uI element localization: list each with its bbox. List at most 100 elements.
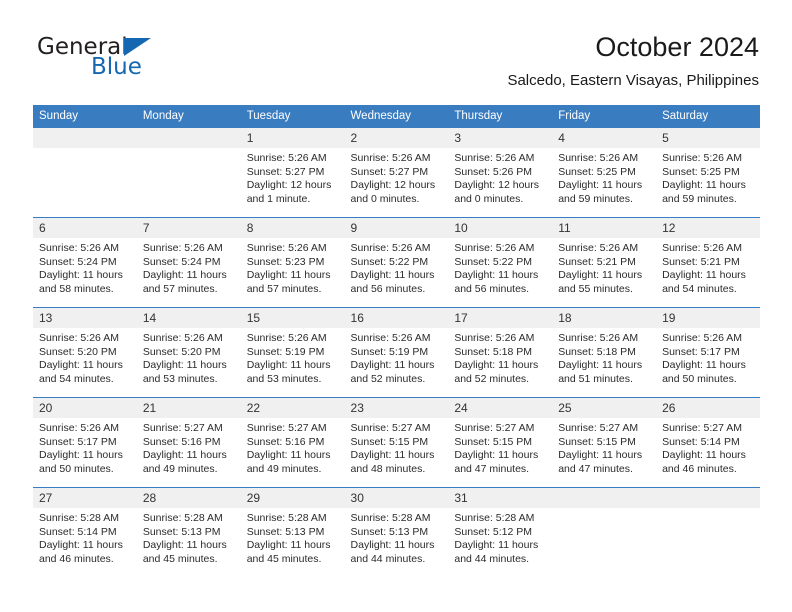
sunrise-text: Sunrise: 5:26 AM	[558, 332, 639, 344]
day-number: 9	[344, 218, 449, 238]
calendar-cell-empty	[656, 487, 760, 577]
calendar-day-cell[interactable]: 22 Sunrise: 5:27 AM Sunset: 5:16 PM Dayligh…	[240, 397, 345, 488]
calendar-day-cell[interactable]: 24 Sunrise: 5:27 AM Sunset: 5:15 PM Dayligh…	[448, 397, 553, 488]
day-number: 5	[656, 128, 760, 148]
calendar-cell-empty	[33, 128, 137, 218]
calendar-day-cell[interactable]: 20 Sunrise: 5:26 AM Sunset: 5:17 PM Dayligh…	[33, 397, 137, 488]
sunrise-text: Sunrise: 5:27 AM	[246, 422, 327, 434]
sunset-text: Sunset: 5:22 PM	[454, 255, 533, 268]
calendar-cell-empty	[136, 128, 241, 218]
sunset-text: Sunset: 5:24 PM	[142, 255, 221, 268]
sunrise-text: Sunrise: 5:26 AM	[246, 152, 327, 164]
calendar-day-cell[interactable]: 14 Sunrise: 5:26 AM Sunset: 5:20 PM Dayligh…	[136, 307, 241, 398]
calendar-day-cell[interactable]: 9 Sunrise: 5:26 AM Sunset: 5:22 PM Daylight…	[344, 217, 449, 308]
sunrise-text: Sunrise: 5:26 AM	[662, 152, 743, 164]
sunrise-text: Sunrise: 5:26 AM	[454, 242, 535, 254]
day-number	[656, 488, 760, 508]
day-details: Sunrise: 5:26 AM Sunset: 5:19 PM Daylight:…	[241, 328, 345, 386]
daylight-text: Daylight: 11 hours and 52 minutes.	[350, 359, 435, 385]
day-number: 8	[240, 218, 345, 238]
sunset-text: Sunset: 5:17 PM	[662, 345, 740, 358]
day-details: Sunrise: 5:26 AM Sunset: 5:19 PM Daylight:…	[345, 328, 449, 386]
calendar-day-cell[interactable]: 3 Sunrise: 5:26 AM Sunset: 5:26 PM Daylight…	[448, 128, 553, 218]
calendar-day-cell[interactable]: 5 Sunrise: 5:26 AM Sunset: 5:25 PM Daylight…	[656, 128, 760, 218]
day-number: 1	[240, 128, 345, 148]
calendar-day-cell[interactable]: 21 Sunrise: 5:27 AM Sunset: 5:16 PM Dayligh…	[136, 397, 241, 488]
calendar-day-cell[interactable]: 16 Sunrise: 5:26 AM Sunset: 5:19 PM Dayligh…	[344, 307, 449, 398]
calendar-day-cell[interactable]: 28 Sunrise: 5:28 AM Sunset: 5:13 PM Dayligh…	[136, 487, 241, 577]
calendar-day-cell[interactable]: 8 Sunrise: 5:26 AM Sunset: 5:23 PM Daylight…	[240, 217, 345, 308]
sunrise-text: Sunrise: 5:27 AM	[454, 422, 535, 434]
sunset-text: Sunset: 5:16 PM	[246, 435, 325, 448]
day-details: Sunrise: 5:26 AM Sunset: 5:23 PM Daylight:…	[241, 238, 345, 296]
general-blue-logo[interactable]: General Blue	[33, 34, 253, 90]
daylight-text: Daylight: 12 hours and 1 minute.	[246, 179, 332, 205]
day-number: 27	[33, 488, 137, 508]
day-details: Sunrise: 5:28 AM Sunset: 5:13 PM Daylight:…	[241, 508, 345, 566]
sunset-text: Sunset: 5:20 PM	[39, 345, 117, 358]
calendar-day-cell[interactable]: 17 Sunrise: 5:26 AM Sunset: 5:18 PM Dayligh…	[448, 307, 553, 398]
daylight-text: Daylight: 11 hours and 59 minutes.	[558, 179, 643, 205]
calendar-day-cell[interactable]: 29 Sunrise: 5:28 AM Sunset: 5:13 PM Dayligh…	[240, 487, 345, 577]
daylight-text: Daylight: 11 hours and 53 minutes.	[246, 359, 331, 385]
sunset-text: Sunset: 5:14 PM	[662, 435, 740, 448]
sunrise-text: Sunrise: 5:26 AM	[39, 242, 119, 254]
sunset-text: Sunset: 5:13 PM	[350, 525, 429, 538]
calendar-day-cell[interactable]: 23 Sunrise: 5:27 AM Sunset: 5:15 PM Dayligh…	[344, 397, 449, 488]
calendar-day-cell[interactable]: 13 Sunrise: 5:26 AM Sunset: 5:20 PM Dayligh…	[33, 307, 137, 398]
calendar-day-cell[interactable]: 6 Sunrise: 5:26 AM Sunset: 5:24 PM Daylight…	[33, 217, 137, 308]
calendar-day-cell[interactable]: 30 Sunrise: 5:28 AM Sunset: 5:13 PM Dayligh…	[344, 487, 449, 577]
day-number: 2	[344, 128, 449, 148]
calendar-day-cell[interactable]: 18 Sunrise: 5:26 AM Sunset: 5:18 PM Dayligh…	[552, 307, 657, 398]
day-details: Sunrise: 5:26 AM Sunset: 5:25 PM Daylight:…	[552, 148, 656, 206]
sunset-text: Sunset: 5:20 PM	[142, 345, 221, 358]
day-number	[136, 128, 241, 148]
calendar-day-cell[interactable]: 26 Sunrise: 5:27 AM Sunset: 5:14 PM Dayligh…	[656, 397, 760, 488]
day-details: Sunrise: 5:27 AM Sunset: 5:16 PM Daylight:…	[137, 418, 241, 476]
weekday-header-saturday: Saturday	[656, 105, 760, 128]
daylight-text: Daylight: 11 hours and 46 minutes.	[662, 449, 746, 475]
day-number: 15	[240, 308, 345, 328]
day-details: Sunrise: 5:26 AM Sunset: 5:27 PM Daylight:…	[241, 148, 345, 206]
day-number: 16	[344, 308, 449, 328]
calendar-day-cell[interactable]: 27 Sunrise: 5:28 AM Sunset: 5:14 PM Dayligh…	[33, 487, 137, 577]
sunrise-text: Sunrise: 5:26 AM	[350, 332, 431, 344]
calendar-day-cell[interactable]: 2 Sunrise: 5:26 AM Sunset: 5:27 PM Daylight…	[344, 128, 449, 218]
calendar-week-row: 27 Sunrise: 5:28 AM Sunset: 5:14 PM Dayligh…	[33, 487, 760, 577]
day-number: 20	[33, 398, 137, 418]
title-block: October 2024 Salcedo, Eastern Visayas, P…	[507, 30, 759, 92]
weekday-header-monday: Monday	[136, 105, 241, 128]
daylight-text: Daylight: 11 hours and 49 minutes.	[246, 449, 331, 475]
calendar-day-cell[interactable]: 11 Sunrise: 5:26 AM Sunset: 5:21 PM Dayligh…	[552, 217, 657, 308]
daylight-text: Daylight: 11 hours and 52 minutes.	[454, 359, 539, 385]
sunrise-text: Sunrise: 5:26 AM	[39, 332, 119, 344]
daylight-text: Daylight: 11 hours and 51 minutes.	[558, 359, 643, 385]
calendar-day-cell[interactable]: 15 Sunrise: 5:26 AM Sunset: 5:19 PM Dayligh…	[240, 307, 345, 398]
calendar-day-cell[interactable]: 12 Sunrise: 5:26 AM Sunset: 5:21 PM Dayligh…	[656, 217, 760, 308]
daylight-text: Daylight: 11 hours and 56 minutes.	[454, 269, 539, 295]
daylight-text: Daylight: 11 hours and 48 minutes.	[350, 449, 435, 475]
calendar-day-cell[interactable]: 10 Sunrise: 5:26 AM Sunset: 5:22 PM Dayligh…	[448, 217, 553, 308]
sunrise-text: Sunrise: 5:28 AM	[246, 512, 327, 524]
calendar-day-cell[interactable]: 31 Sunrise: 5:28 AM Sunset: 5:12 PM Dayligh…	[448, 487, 553, 577]
calendar-day-cell[interactable]: 7 Sunrise: 5:26 AM Sunset: 5:24 PM Daylight…	[136, 217, 241, 308]
calendar-day-cell[interactable]: 19 Sunrise: 5:26 AM Sunset: 5:17 PM Dayligh…	[656, 307, 760, 398]
sunset-text: Sunset: 5:19 PM	[246, 345, 325, 358]
day-details: Sunrise: 5:27 AM Sunset: 5:15 PM Daylight:…	[345, 418, 449, 476]
day-details: Sunrise: 5:26 AM Sunset: 5:24 PM Daylight:…	[33, 238, 137, 296]
sunrise-text: Sunrise: 5:26 AM	[558, 152, 639, 164]
day-details: Sunrise: 5:26 AM Sunset: 5:22 PM Daylight:…	[345, 238, 449, 296]
daylight-text: Daylight: 11 hours and 59 minutes.	[662, 179, 746, 205]
day-details: Sunrise: 5:27 AM Sunset: 5:14 PM Daylight:…	[656, 418, 760, 476]
day-details: Sunrise: 5:26 AM Sunset: 5:25 PM Daylight:…	[656, 148, 760, 206]
sunset-text: Sunset: 5:16 PM	[142, 435, 221, 448]
sunset-text: Sunset: 5:12 PM	[454, 525, 533, 538]
sunset-text: Sunset: 5:17 PM	[39, 435, 117, 448]
sunset-text: Sunset: 5:23 PM	[246, 255, 325, 268]
calendar-day-cell[interactable]: 4 Sunrise: 5:26 AM Sunset: 5:25 PM Daylight…	[552, 128, 657, 218]
sunset-text: Sunset: 5:27 PM	[350, 165, 429, 178]
day-details: Sunrise: 5:26 AM Sunset: 5:26 PM Daylight:…	[448, 148, 552, 206]
calendar-day-cell[interactable]: 25 Sunrise: 5:27 AM Sunset: 5:15 PM Dayligh…	[552, 397, 657, 488]
calendar-day-cell[interactable]: 1 Sunrise: 5:26 AM Sunset: 5:27 PM Daylight…	[240, 128, 345, 218]
sunrise-text: Sunrise: 5:26 AM	[454, 152, 535, 164]
